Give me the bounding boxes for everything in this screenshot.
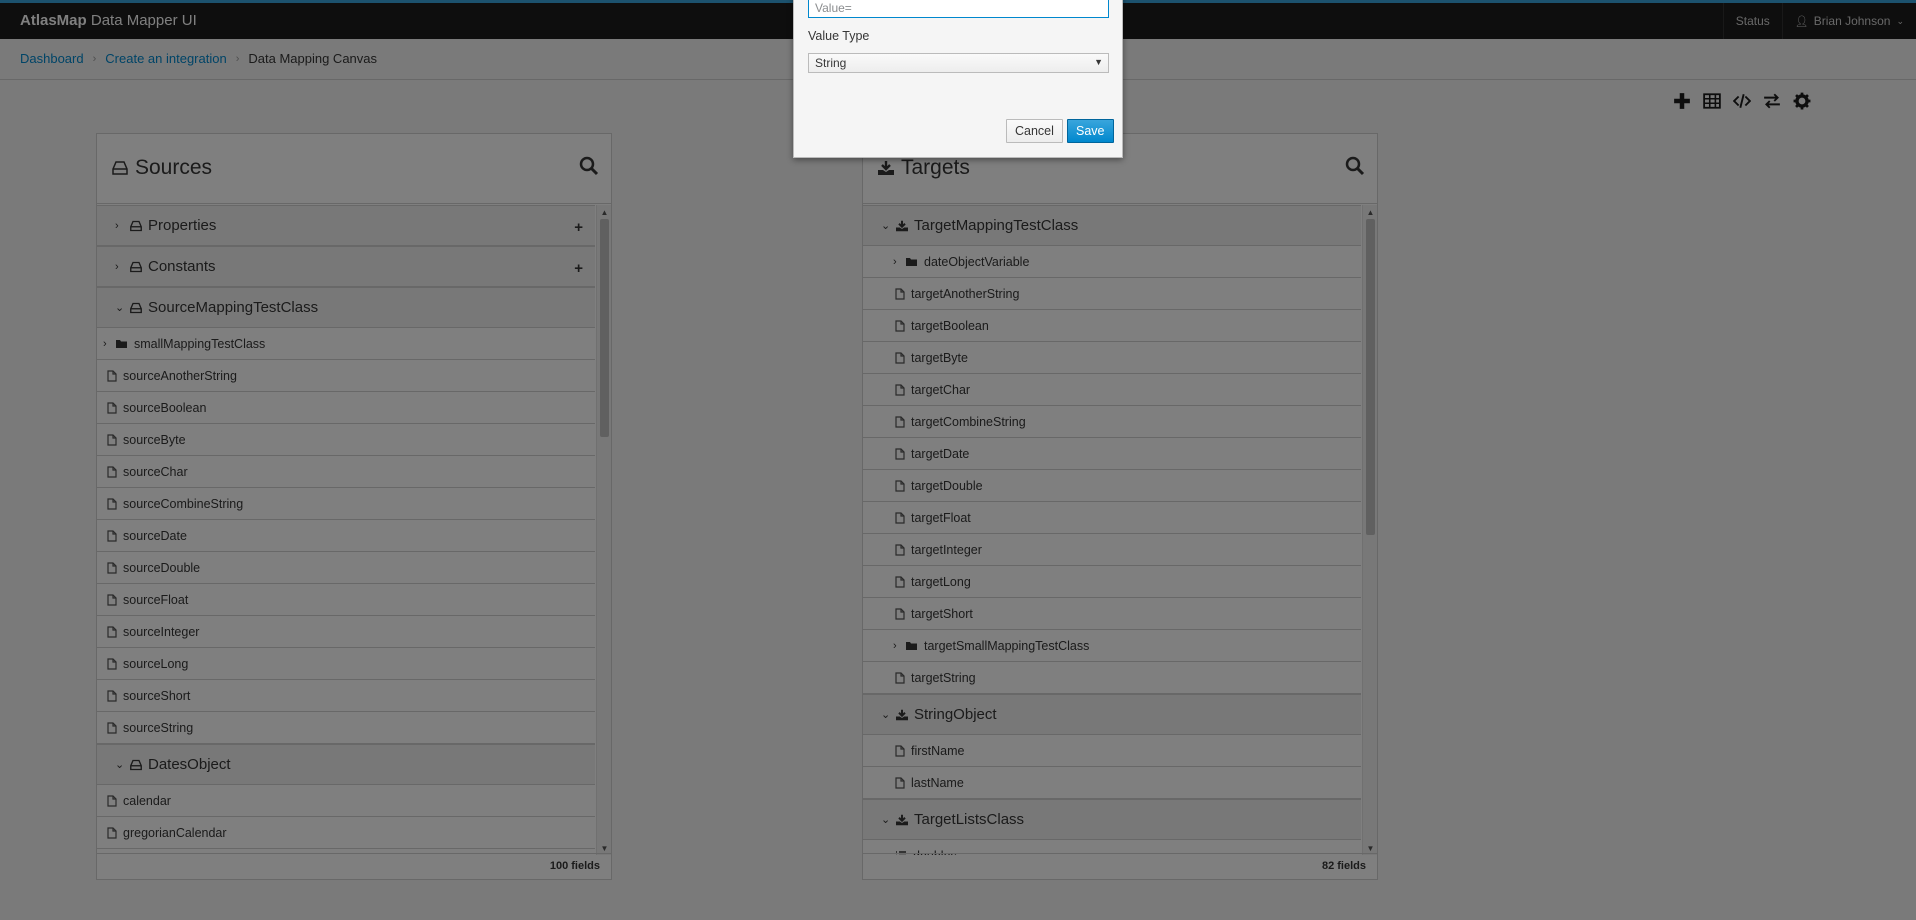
cancel-button[interactable]: Cancel xyxy=(1006,119,1063,143)
value-type-select[interactable]: String ▼ xyxy=(808,53,1109,73)
value-input[interactable]: Value= xyxy=(808,0,1109,18)
constant-value-modal: Value= Value Type String ▼ Cancel Save xyxy=(793,0,1123,158)
value-type-label: Value Type xyxy=(808,29,870,43)
value-type-selected: String xyxy=(815,56,847,70)
caret-down-icon: ▼ xyxy=(1094,57,1103,67)
save-button[interactable]: Save xyxy=(1067,119,1114,143)
